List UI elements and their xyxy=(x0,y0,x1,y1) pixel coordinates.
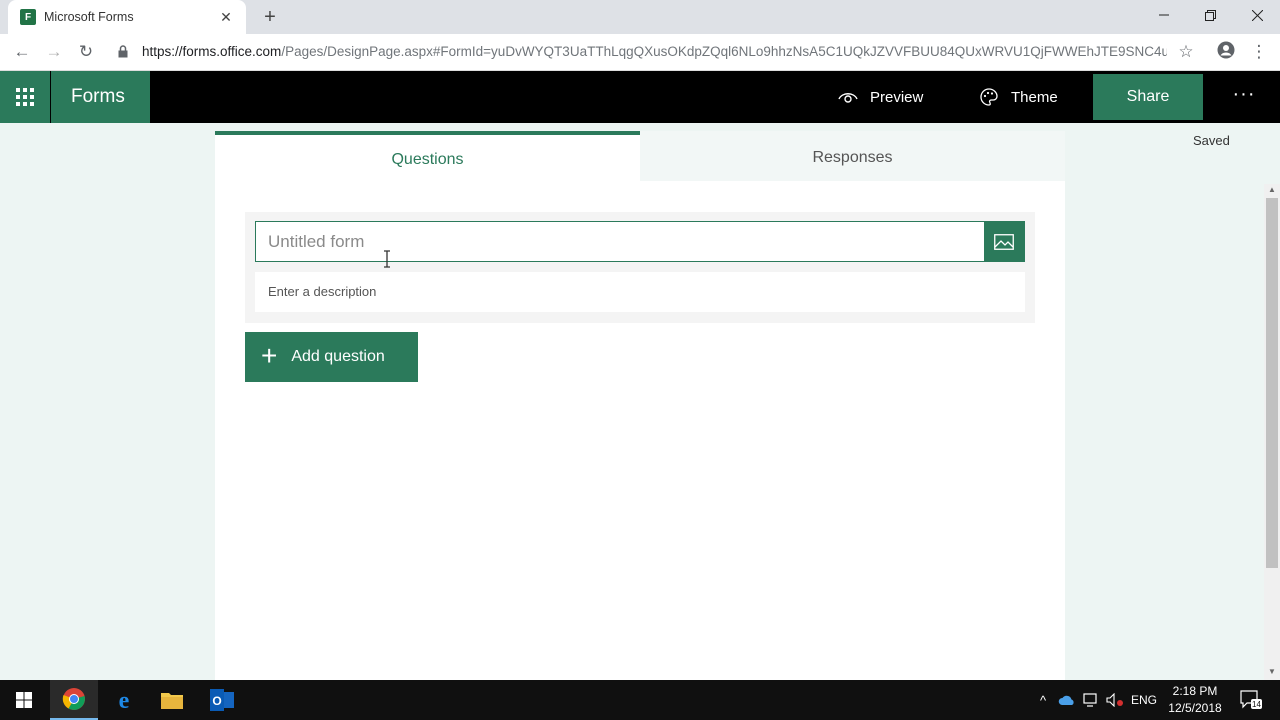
form-title-row xyxy=(255,221,1025,262)
new-tab-icon[interactable]: + xyxy=(258,5,282,29)
reload-icon[interactable]: ↻ xyxy=(74,40,98,64)
insert-image-button[interactable] xyxy=(984,222,1024,261)
action-center-icon[interactable]: 14 xyxy=(1236,680,1266,720)
tray-overflow-icon[interactable]: ^ xyxy=(1034,680,1052,720)
more-options-icon[interactable]: ··· xyxy=(1228,71,1260,123)
back-arrow-icon[interactable]: ← xyxy=(10,40,34,64)
theme-button[interactable]: Theme xyxy=(979,71,1058,123)
start-button[interactable] xyxy=(0,680,48,720)
network-icon[interactable] xyxy=(1080,680,1102,720)
form-title-input[interactable] xyxy=(256,222,984,261)
chrome-icon xyxy=(62,688,85,710)
tab-questions[interactable]: Questions xyxy=(215,131,640,181)
outlook-icon: O xyxy=(210,689,234,711)
app-launcher-icon[interactable] xyxy=(0,71,50,123)
form-description-field[interactable]: Enter a description xyxy=(255,272,1025,312)
image-icon xyxy=(994,233,1014,250)
account-icon[interactable] xyxy=(1215,41,1237,63)
eye-icon xyxy=(838,93,858,103)
lock-icon xyxy=(118,45,128,58)
notification-count: 14 xyxy=(1252,700,1261,709)
app-name[interactable]: Forms xyxy=(51,71,150,123)
windows-taskbar: e O ^ ENG 2:18 PM 12/5/2018 14 xyxy=(0,680,1280,720)
taskbar-file-explorer[interactable] xyxy=(148,680,196,720)
windows-logo-icon xyxy=(16,692,32,708)
clock-date: 12/5/2018 xyxy=(1168,701,1222,715)
svg-text:O: O xyxy=(212,694,221,708)
forward-arrow-icon[interactable]: → xyxy=(42,40,66,64)
form-title-block: Enter a description xyxy=(245,212,1035,323)
form-editor-card: Questions Responses Enter a description … xyxy=(215,131,1065,680)
bookmark-star-icon[interactable]: ☆ xyxy=(1175,41,1197,63)
volume-muted-icon[interactable] xyxy=(1104,680,1126,720)
minimize-icon[interactable] xyxy=(1141,0,1187,30)
editor-tabs: Questions Responses xyxy=(215,131,1065,181)
tab-responses[interactable]: Responses xyxy=(640,131,1065,181)
taskbar-outlook[interactable]: O xyxy=(198,680,246,720)
onedrive-icon[interactable] xyxy=(1056,680,1078,720)
saved-status: Saved xyxy=(1193,133,1230,148)
palette-icon xyxy=(980,88,998,106)
browser-toolbar: ← → ↻ https://forms.office.com/Pages/Des… xyxy=(0,34,1280,71)
svg-text:e: e xyxy=(119,688,130,712)
browser-menu-icon[interactable]: ⋮ xyxy=(1248,41,1270,63)
window-close-icon[interactable] xyxy=(1234,0,1280,30)
tab-close-icon[interactable]: ✕ xyxy=(218,9,234,26)
theme-label: Theme xyxy=(1011,88,1058,106)
language-indicator[interactable]: ENG xyxy=(1128,680,1160,720)
edge-icon: e xyxy=(119,688,130,712)
preview-button[interactable]: Preview xyxy=(838,71,923,123)
forms-header: Forms Preview Theme Share ··· xyxy=(0,71,1280,123)
url-host: https://forms.office.com xyxy=(142,44,282,59)
add-question-label: Add question xyxy=(291,348,385,365)
preview-label: Preview xyxy=(870,88,924,106)
text-cursor-icon xyxy=(384,250,390,268)
folder-icon xyxy=(161,693,183,709)
clock-time: 2:18 PM xyxy=(1172,684,1218,698)
url-path: /Pages/DesignPage.aspx#FormId=yuDvWYQT3U… xyxy=(281,44,1167,59)
scroll-down-arrow-icon[interactable]: ▼ xyxy=(1264,666,1280,678)
plus-icon: + xyxy=(261,339,278,371)
scroll-thumb[interactable] xyxy=(1266,198,1278,568)
browser-tab-strip: F Microsoft Forms ✕ + xyxy=(0,0,1280,34)
taskbar-chrome[interactable] xyxy=(50,680,98,720)
forms-favicon-icon: F xyxy=(20,9,36,25)
taskbar-clock[interactable]: 2:18 PM 12/5/2018 xyxy=(1160,683,1230,717)
browser-tab[interactable]: F Microsoft Forms ✕ xyxy=(8,0,246,34)
restore-icon[interactable] xyxy=(1187,0,1233,30)
address-bar[interactable]: https://forms.office.com/Pages/DesignPag… xyxy=(142,44,1167,59)
page-scrollbar[interactable]: ▲ ▼ xyxy=(1264,184,1280,680)
add-question-button[interactable]: + Add question xyxy=(245,332,418,382)
browser-tab-title: Microsoft Forms xyxy=(44,10,134,24)
taskbar-edge[interactable]: e xyxy=(100,680,148,720)
share-button[interactable]: Share xyxy=(1093,74,1203,120)
scroll-up-arrow-icon[interactable]: ▲ xyxy=(1264,184,1280,196)
